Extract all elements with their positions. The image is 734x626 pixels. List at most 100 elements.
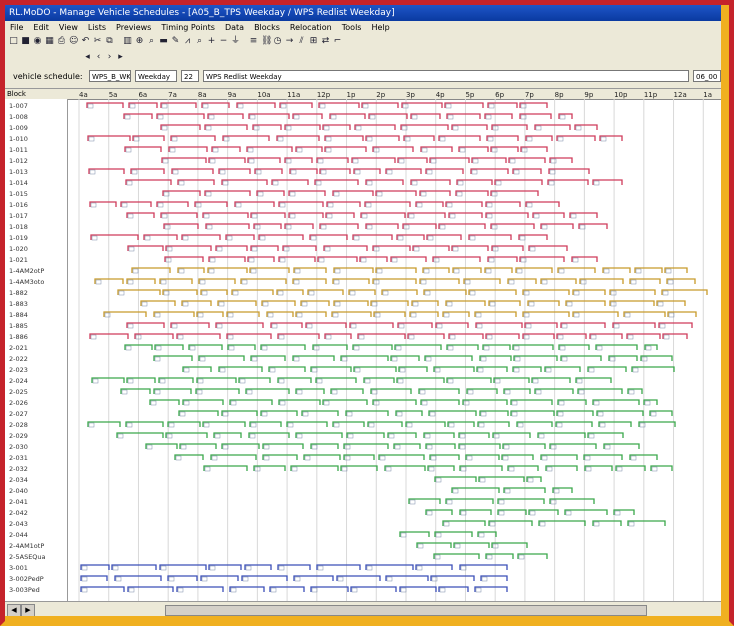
zoom-in-icon[interactable]: + [207,37,216,46]
block-label[interactable]: 1-4AM3oto [9,277,44,287]
block-label[interactable]: 2-021 [9,343,28,353]
block-label[interactable]: 1-007 [9,101,28,111]
block-label[interactable]: 2-044 [9,530,28,540]
menu-file[interactable]: File [5,21,28,34]
schedule-code-field[interactable]: WPS_B_WK [89,70,131,82]
filter-icon[interactable]: ⏚ [231,37,240,46]
block-label[interactable]: 3-001 [9,563,28,573]
menu-previews[interactable]: Previews [111,21,156,34]
block-label[interactable]: 2-027 [9,409,28,419]
block-label[interactable]: 2-028 [9,420,28,430]
find-icon[interactable]: ⌕ [147,37,156,46]
split-icon[interactable]: ⫽ [297,37,306,46]
prev-icon[interactable]: ‹ [94,53,103,62]
block-label[interactable]: 1-885 [9,321,28,331]
block-label[interactable]: 1-013 [9,167,28,177]
first-icon[interactable]: ◂ [83,53,92,62]
scroll-left-button[interactable]: ◀ [7,604,21,616]
new-icon[interactable]: □ [9,37,18,46]
schedule-description-field[interactable]: WPS Redlist Weekday [203,70,689,82]
schedule-time-field[interactable]: 06_00 [693,70,721,82]
block-label[interactable]: 2-030 [9,442,28,452]
block-label[interactable]: 1-884 [9,310,28,320]
save-icon[interactable]: ■ [21,37,30,46]
block-label[interactable]: 1-019 [9,233,28,243]
menu-relocation[interactable]: Relocation [285,21,337,34]
next-icon[interactable]: › [105,53,114,62]
open-icon[interactable]: ◉ [33,37,42,46]
schedule-day-field[interactable]: Weekday [135,70,177,82]
block-label[interactable]: 1-018 [9,222,28,232]
menu-tools[interactable]: Tools [337,21,367,34]
print-icon[interactable]: ⎙ [57,37,66,46]
block-label[interactable]: 2-041 [9,497,28,507]
block-label[interactable]: 1-883 [9,299,28,309]
horizontal-scrollbar[interactable]: ◀ ▶ [5,601,721,616]
block-label[interactable]: 1-4AM2otP [9,266,44,276]
menu-blocks[interactable]: Blocks [249,21,285,34]
block-label[interactable]: 2-031 [9,453,28,463]
menu-timing-points[interactable]: Timing Points [156,21,220,34]
block-label[interactable]: 1-012 [9,156,28,166]
join-icon[interactable]: ⊞ [309,37,318,46]
block-label[interactable]: 1-011 [9,145,28,155]
block-label[interactable]: 1-882 [9,288,28,298]
grid-icon[interactable]: ▦ [45,37,54,46]
block-label[interactable]: 1-021 [9,255,28,265]
block-label[interactable]: 1-886 [9,332,28,342]
block-label[interactable]: 3-003Ped [9,585,40,595]
block-label[interactable]: 1-010 [9,134,28,144]
menu-edit[interactable]: Edit [28,21,54,34]
block-label[interactable]: 3-002PedP [9,574,44,584]
zoom-out-icon[interactable]: − [219,37,228,46]
block-label[interactable]: 2-026 [9,398,28,408]
clock-icon[interactable]: ◷ [273,37,282,46]
menu-help[interactable]: Help [366,21,394,34]
menu-lists[interactable]: Lists [83,21,111,34]
trip-marker [201,290,208,296]
undo-icon[interactable]: ↶ [81,37,90,46]
block-label[interactable]: 1-017 [9,211,28,221]
block-label[interactable]: 1-008 [9,112,28,122]
block-label[interactable]: 2-4AM1otP [9,541,44,551]
chart-icon[interactable]: ▥ [123,37,132,46]
block-label[interactable]: 2-029 [9,431,28,441]
scroll-right-small-button[interactable]: ▶ [21,604,35,616]
graph-icon[interactable]: ⩘ [183,37,192,46]
block-label[interactable]: 2-043 [9,519,28,529]
block-label[interactable]: 2-022 [9,354,28,364]
bus-icon[interactable]: ▬ [159,37,168,46]
list-icon[interactable]: ≡ [249,37,258,46]
menu-data[interactable]: Data [220,21,249,34]
pencil-icon[interactable]: ✎ [171,37,180,46]
search-icon[interactable]: ⌕ [195,37,204,46]
arrow-icon[interactable]: → [285,37,294,46]
menu-view[interactable]: View [54,21,83,34]
hook-icon[interactable]: ⌐ [333,37,342,46]
schedule-number-field[interactable]: 22 [181,70,199,82]
block-label[interactable]: 2-042 [9,508,28,518]
block-label[interactable]: 2-040 [9,486,28,496]
block-label[interactable]: 1-020 [9,244,28,254]
user-icon[interactable]: ☺ [69,37,78,46]
trip-marker [368,422,375,428]
zoom-icon[interactable]: ⊕ [135,37,144,46]
block-label[interactable]: 2-023 [9,365,28,375]
swap-icon[interactable]: ⇄ [321,37,330,46]
block-label[interactable]: 2-034 [9,475,28,485]
block-label[interactable]: 1-014 [9,178,28,188]
block-timeline-chart[interactable]: 4a 5a 6a 7a 8a 9a 10a 11a 12p 1p 2p 3p 4p 5p 6p 7p 8p 9p 1… [67,89,721,601]
block-label[interactable]: 2-025 [9,387,28,397]
last-icon[interactable]: ▸ [116,53,125,62]
block-label[interactable]: 1-016 [9,200,28,210]
block-label[interactable]: 2-5ASEQua [9,552,46,562]
copy-icon[interactable]: ⧉ [105,37,114,46]
cut-icon[interactable]: ✂ [93,37,102,46]
trip-marker [247,147,254,153]
block-label[interactable]: 2-024 [9,376,28,386]
scrollbar-thumb[interactable] [165,605,647,616]
link-icon[interactable]: ⛓ [261,37,272,46]
block-label[interactable]: 2-032 [9,464,28,474]
block-label[interactable]: 1-015 [9,189,28,199]
block-label[interactable]: 1-009 [9,123,28,133]
